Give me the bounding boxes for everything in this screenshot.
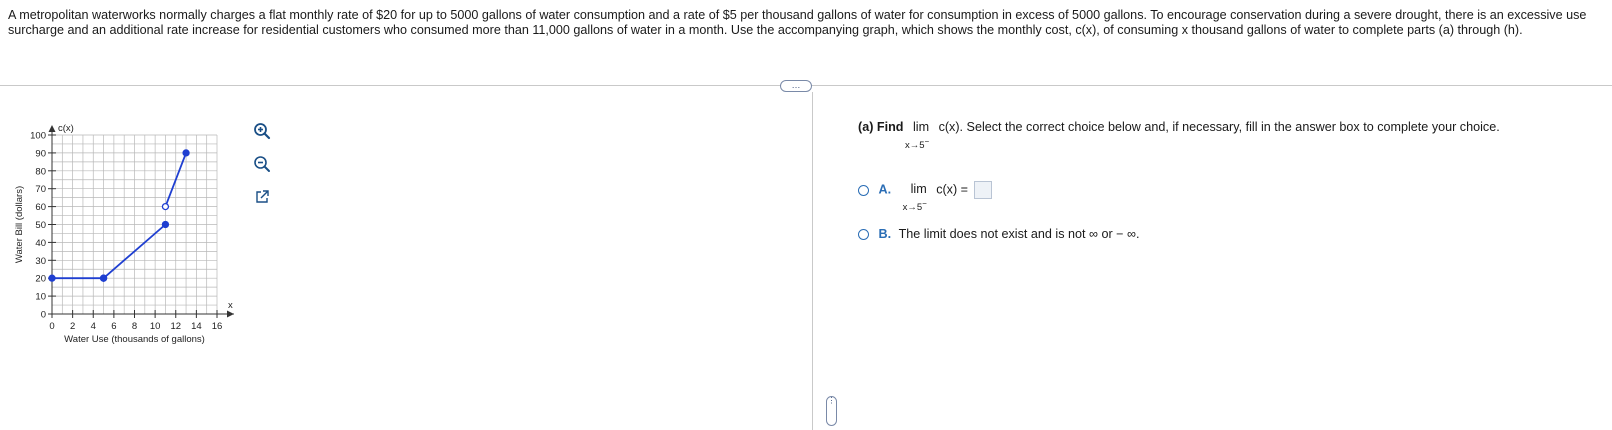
resize-handle[interactable]: ⋮ — [826, 396, 837, 426]
y-tick-label: 100 — [30, 131, 46, 142]
open-graph-button[interactable] — [252, 187, 272, 207]
y-axis-label: Water Bill (dollars) — [14, 186, 25, 263]
x-tick-label: 16 — [212, 321, 223, 332]
open-external-icon — [256, 190, 269, 203]
open-endpoint — [161, 202, 170, 211]
y-tick-label: 30 — [35, 256, 46, 267]
x-tick-label: 12 — [170, 321, 181, 332]
choice-a[interactable]: A. lim x→5− c(x) = — [858, 181, 992, 213]
x-tick-label: 4 — [91, 321, 96, 332]
answer-box[interactable] — [973, 181, 992, 199]
choice-b-text: The limit does not exist and is not ∞ or… — [898, 227, 1140, 241]
choice-a-approach: x→5− — [902, 199, 927, 214]
limit-function: c(x). — [938, 120, 964, 134]
lim-text: lim — [912, 120, 930, 134]
choice-a-limit: lim x→5− — [903, 182, 927, 213]
limit-expression: lim x→5− — [905, 120, 930, 151]
y-tick-label: 70 — [35, 184, 46, 195]
y-tick-label: 80 — [35, 166, 46, 177]
closed-endpoint — [99, 274, 108, 282]
y-tick-label: 10 — [35, 292, 46, 303]
choice-b-letter: B. — [878, 227, 892, 241]
zoom-out-button[interactable] — [252, 154, 272, 174]
y-tick-label: 50 — [35, 220, 46, 231]
cost-graph: 0 10 20 30 40 50 60 70 80 90 100 0 2 4 6 8 10 12 14 16 c(x) x… — [14, 123, 234, 345]
limit-approach: x→5− — [904, 137, 930, 152]
zoom-out-icon — [254, 156, 270, 172]
panel-divider — [812, 92, 813, 430]
part-a-label: (a) Find — [858, 120, 904, 134]
part-a-prompt: (a) Find lim x→5− c(x). Select the corre… — [858, 120, 1598, 151]
x-axis-label: Water Use (thousands of gallons) — [64, 334, 205, 345]
x-tick-label: 14 — [191, 321, 202, 332]
closed-endpoint — [161, 220, 170, 229]
x-tick-label: 10 — [150, 321, 161, 332]
x-tick-label: 6 — [111, 321, 116, 332]
choice-a-lim-text: lim — [910, 182, 927, 197]
part-a-instructions: Select the correct choice below and, if … — [966, 120, 1500, 134]
y-tick-label: 0 — [41, 310, 46, 321]
x-axis-letter: x — [228, 300, 233, 311]
choice-a-radio[interactable] — [858, 184, 869, 196]
y-tick-label: 20 — [35, 274, 46, 285]
function-label: c(x) — [58, 123, 74, 134]
collapse-handle[interactable]: … — [780, 80, 812, 92]
closed-endpoint — [182, 149, 190, 157]
y-tick-label: 90 — [35, 148, 46, 159]
choice-a-letter: A. — [878, 182, 892, 197]
x-axis-arrow — [227, 310, 234, 318]
problem-statement: A metropolitan waterworks normally charg… — [8, 8, 1587, 37]
graph-panel: 0 10 20 30 40 50 60 70 80 90 100 0 2 4 6 8 10 12 14 16 c(x) x… — [10, 120, 250, 350]
closed-endpoint — [48, 274, 56, 282]
y-axis-arrow — [48, 125, 56, 132]
y-tick-label: 40 — [35, 238, 46, 249]
zoom-in-icon — [254, 123, 271, 140]
x-tick-label: 2 — [70, 321, 75, 332]
choice-b[interactable]: B. The limit does not exist and is not ∞… — [858, 227, 1140, 241]
x-tick-label: 0 — [49, 321, 54, 332]
y-tick-label: 60 — [35, 202, 46, 213]
choice-b-radio[interactable] — [858, 229, 869, 241]
x-tick-label: 8 — [132, 321, 137, 332]
choice-a-expr: c(x) = — [936, 182, 969, 197]
zoom-in-button[interactable] — [252, 121, 272, 141]
